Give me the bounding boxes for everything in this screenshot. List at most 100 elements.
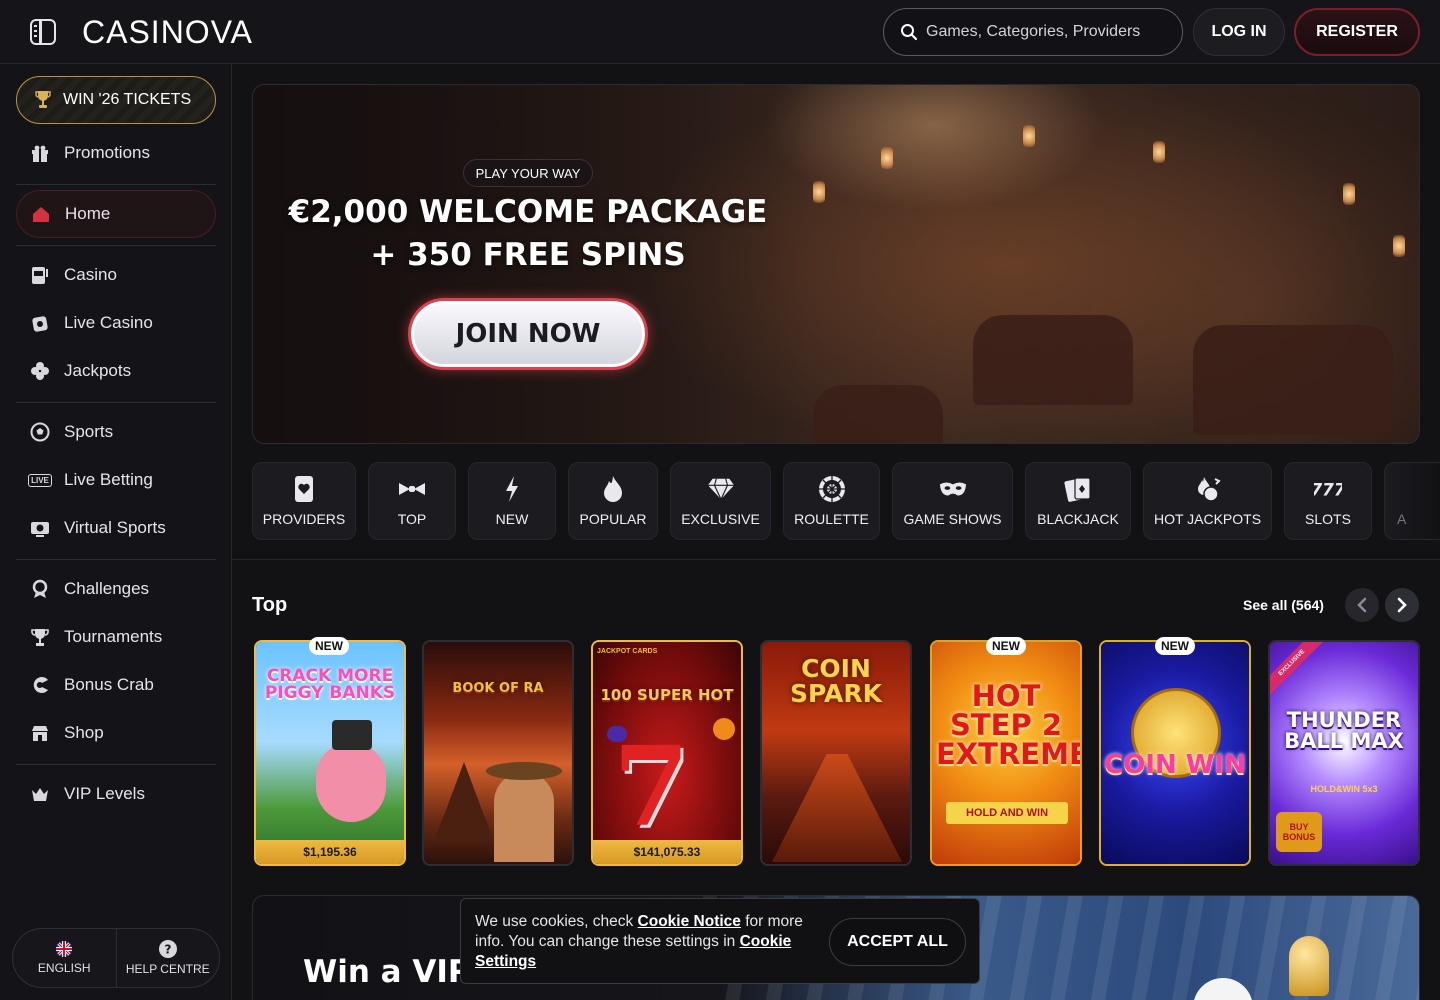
- category-providers[interactable]: PROVIDERS: [252, 462, 356, 540]
- join-now-button[interactable]: JOIN NOW: [408, 298, 648, 370]
- game-card-piggy-banks[interactable]: CRACK MORE PIGGY BANKS $1,195.36: [254, 640, 406, 866]
- search-input[interactable]: [926, 23, 1166, 41]
- chevron-right-icon: [1397, 597, 1407, 613]
- game-title: 100 SUPER HOT: [600, 686, 734, 704]
- category-top[interactable]: TOP: [368, 462, 456, 540]
- category-new[interactable]: NEW: [468, 462, 556, 540]
- sidebar-item-live-casino[interactable]: Live Casino: [16, 301, 216, 345]
- sidebar-item-label: Tournaments: [64, 627, 163, 646]
- cookie-text: We use cookies, check Cookie Notice for …: [475, 912, 805, 972]
- sidebar-item-label: Live Betting: [64, 470, 153, 489]
- sidebar-toggle-icon[interactable]: [30, 19, 56, 45]
- help-label: HELP CENTRE: [125, 962, 210, 976]
- sidebar-item-label: VIP Levels: [64, 784, 145, 803]
- category-label: A: [1397, 511, 1407, 527]
- category-exclusive[interactable]: EXCLUSIVE: [670, 462, 771, 540]
- category-label: EXCLUSIVE: [681, 511, 760, 527]
- seven-seven-seven-icon: 777: [1314, 475, 1342, 503]
- cards-icon: [1064, 475, 1092, 503]
- accept-all-button[interactable]: ACCEPT ALL: [829, 918, 966, 966]
- category-label: GAME SHOWS: [903, 511, 1002, 527]
- sidebar-item-live-betting[interactable]: LIVE Live Betting: [16, 458, 216, 502]
- category-popular[interactable]: POPULAR: [568, 462, 658, 540]
- category-slots[interactable]: 777 SLOTS: [1284, 462, 1372, 540]
- category-roulette[interactable]: ROULETTE: [783, 462, 880, 540]
- live-badge-icon: LIVE: [28, 470, 52, 490]
- search-bar[interactable]: [883, 8, 1183, 56]
- game-title: THUNDER BALL MAX: [1284, 708, 1404, 753]
- game-card-hot-step-2[interactable]: HOT STEP 2 EXTREME HOLD AND WIN: [930, 640, 1082, 866]
- sidebar: WIN '26 TICKETS Promotions Home Casino L…: [0, 64, 232, 1000]
- category-game-shows[interactable]: GAME SHOWS: [892, 462, 1013, 540]
- explorer-hat: [486, 762, 562, 780]
- category-label: POPULAR: [579, 511, 647, 527]
- game-card-coin-spark[interactable]: COIN SPARK: [760, 640, 912, 866]
- language-selector[interactable]: ENGLISH: [13, 929, 116, 987]
- sidebar-item-challenges[interactable]: Challenges: [16, 567, 216, 611]
- top-header: CASINOVA LOG IN REGISTER: [0, 0, 1440, 64]
- plum-fruit: [607, 726, 627, 742]
- bowtie-icon: [398, 475, 426, 503]
- sidebar-item-vip-levels[interactable]: VIP Levels: [16, 772, 216, 816]
- see-all-link[interactable]: See all (564): [1243, 597, 1324, 613]
- sidebar-item-label: Bonus Crab: [64, 675, 154, 694]
- hold-win-tag: HOLD&WIN 5x3: [1310, 784, 1378, 794]
- help-centre-button[interactable]: ? HELP CENTRE: [117, 929, 220, 987]
- sidebar-divider: [16, 184, 216, 185]
- virtual-screen-icon: [30, 518, 50, 538]
- game-card-100-super-hot[interactable]: JACKPOT CARDS 100 SUPER HOT 7 $141,075.3…: [591, 640, 743, 866]
- new-badge: NEW: [986, 637, 1026, 655]
- sidebar-item-jackpots[interactable]: Jackpots: [16, 349, 216, 393]
- carousel-prev-button[interactable]: [1345, 588, 1379, 622]
- sidebar-item-label: Promotions: [64, 143, 150, 162]
- soccer-ball-icon: [30, 422, 50, 442]
- home-icon: [31, 204, 51, 224]
- sidebar-item-virtual-sports[interactable]: Virtual Sports: [16, 506, 216, 550]
- register-button[interactable]: REGISTER: [1294, 8, 1420, 56]
- crown-icon: [30, 784, 50, 804]
- game-card-thunder-ball-max[interactable]: EXCLUSIVE THUNDER BALL MAX HOLD&WIN 5x3 …: [1268, 640, 1420, 866]
- language-label: ENGLISH: [37, 961, 91, 975]
- sidebar-item-label: Shop: [64, 723, 104, 742]
- sidebar-item-label: Home: [65, 204, 111, 223]
- login-button[interactable]: LOG IN: [1193, 8, 1285, 56]
- jackpot-amount: $141,075.33: [593, 840, 741, 864]
- game-title: CRACK MORE PIGGY BANKS: [264, 666, 396, 703]
- sidebar-item-shop[interactable]: Shop: [16, 711, 216, 755]
- sidebar-item-home[interactable]: Home: [16, 190, 216, 238]
- sidebar-item-casino[interactable]: Casino: [16, 253, 216, 297]
- shop-icon: [30, 723, 50, 743]
- casinova-logo[interactable]: CASINOVA: [82, 14, 253, 51]
- welcome-banner[interactable]: PLAY YOUR WAY €2,000 WELCOME PACKAGE + 3…: [252, 84, 1420, 444]
- cookie-banner: We use cookies, check Cookie Notice for …: [460, 898, 980, 984]
- trophy-icon: [30, 627, 50, 647]
- win-tickets-button[interactable]: WIN '26 TICKETS: [16, 76, 216, 124]
- game-card-book-of-ra[interactable]: BOOK OF RA: [422, 640, 574, 866]
- cookie-notice-link[interactable]: Cookie Notice: [638, 913, 741, 930]
- game-card-coin-win[interactable]: COIN WIN: [1099, 640, 1251, 866]
- top-hat: [332, 720, 372, 750]
- armchair: [1193, 325, 1393, 435]
- category-partial[interactable]: A: [1384, 462, 1440, 540]
- wall-lamp: [1023, 125, 1035, 147]
- game-title: COIN WIN: [1104, 750, 1246, 780]
- sidebar-item-bonus-crab[interactable]: Bonus Crab: [16, 663, 216, 707]
- welcome-headline: €2,000 WELCOME PACKAGE + 350 FREE SPINS: [253, 191, 803, 277]
- section-divider: [232, 559, 1440, 560]
- game-title: HOT STEP 2 EXTREME: [936, 679, 1082, 771]
- chevron-left-icon: [1357, 597, 1367, 613]
- category-blackjack[interactable]: BLACKJACK: [1025, 462, 1131, 540]
- carousel-next-button[interactable]: [1385, 588, 1419, 622]
- sidebar-item-label: Challenges: [64, 579, 150, 598]
- sidebar-item-tournaments[interactable]: Tournaments: [16, 615, 216, 659]
- category-hot-jackpots[interactable]: HOT JACKPOTS: [1143, 462, 1272, 540]
- lightning-icon: [498, 475, 526, 503]
- sidebar-item-promotions[interactable]: Promotions: [16, 131, 216, 175]
- cookie-text-start: We use cookies, check: [475, 913, 634, 930]
- lucky-seven-symbol: 7: [613, 722, 690, 851]
- live-dealer-icon: [30, 313, 50, 333]
- sidebar-divider: [16, 559, 216, 560]
- explorer-character: [494, 772, 554, 862]
- sidebar-item-sports[interactable]: Sports: [16, 410, 216, 454]
- wall-lamp: [1153, 141, 1165, 163]
